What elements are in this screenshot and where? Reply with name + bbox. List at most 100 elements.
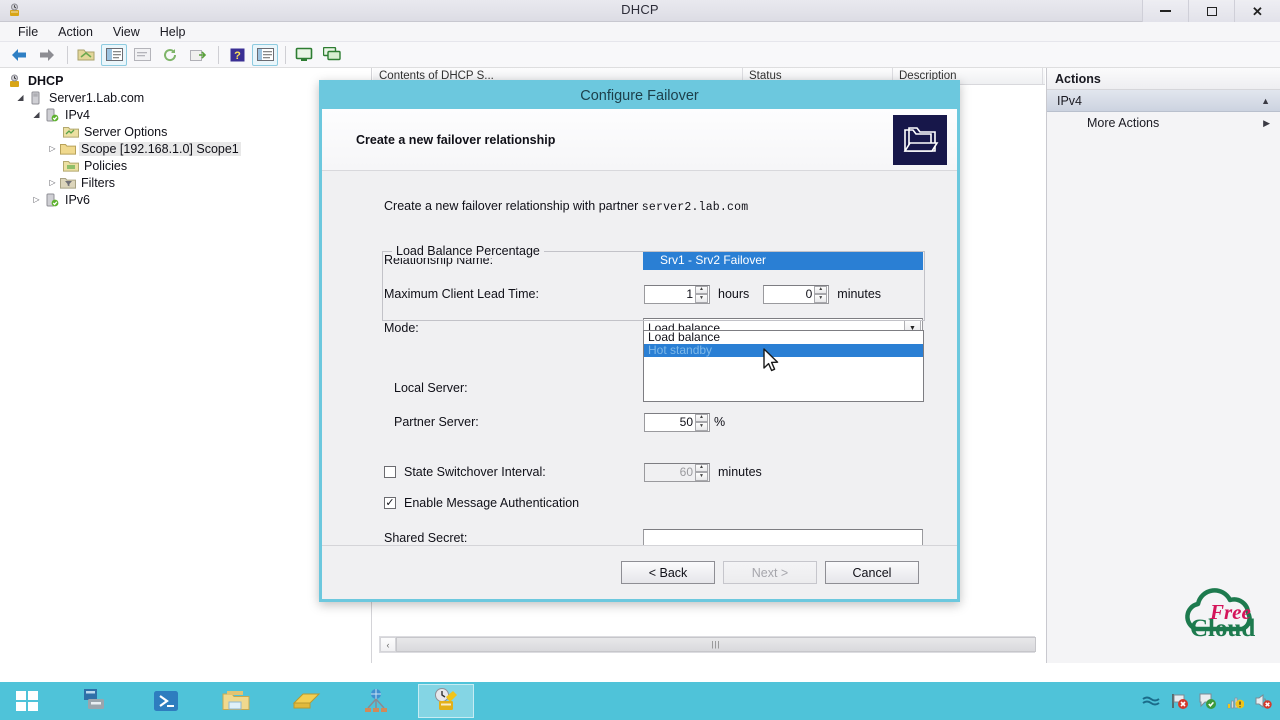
enable-message-auth-checkbox[interactable]: ✓ [384,497,396,509]
actions-pane-title: Actions [1047,68,1280,90]
close-button[interactable]: ✕ [1234,0,1280,22]
taskbar-dhcp[interactable] [418,684,474,718]
taskbar-file-explorer[interactable] [208,684,264,718]
dialog-banner-title: Create a new failover relationship [356,132,556,147]
mode-option-hot-standby[interactable]: Hot standby [644,344,923,357]
partner-server-name: server2.lab.com [641,201,749,214]
tree-node-policies[interactable]: Policies [0,157,371,174]
ipv6-node-icon [43,192,60,207]
taskbar [0,682,1280,720]
expand-twisty-icon[interactable]: ▷ [46,142,59,155]
partner-server-row: Partner Server: 50 ▲ ▼ % [384,412,923,432]
free-cloud-watermark: Cloud Free [1176,583,1272,645]
partner-percent-spin-arrows[interactable]: ▲ ▼ [695,413,708,431]
dialog-banner: Create a new failover relationship [322,109,957,171]
back-button[interactable]: < Back [621,561,715,584]
toolbar-separator-2 [218,45,219,64]
local-server-label: Local Server: [394,381,468,395]
menu-view[interactable]: View [103,24,150,40]
tree-node-server1[interactable]: ◢ Server1.Lab.com [0,89,371,106]
tree-node-dhcp[interactable]: DHCP [0,72,371,89]
tree-node-ipv6[interactable]: ▷ IPv6 [0,191,371,208]
maximize-button[interactable] [1188,0,1234,22]
server-icon [27,90,44,105]
tray-volume-muted-icon[interactable] [1254,692,1272,710]
tray-hidden-icons[interactable] [1142,692,1160,710]
forward-icon[interactable] [34,44,60,66]
toolbar-separator [67,45,68,64]
dhcp-console-window: DHCP ✕ File Action View Help ? DHCP ◢ Se… [0,0,1280,720]
menu-action[interactable]: Action [48,24,103,40]
svg-text:?: ? [234,50,241,62]
back-icon[interactable] [6,44,32,66]
scrollbar-thumb[interactable]: ||| [396,637,1036,652]
tree-node-ipv4[interactable]: ◢ IPv4 [0,106,371,123]
properties-icon[interactable] [129,44,155,66]
enable-message-auth-label: Enable Message Authentication [404,496,580,510]
taskbar-server-manager[interactable] [68,684,124,718]
new-window-from-here-icon[interactable] [319,44,345,66]
dialog-title: Configure Failover [322,83,957,109]
taskbar-notepad[interactable] [278,684,334,718]
partner-server-label: Partner Server: [394,415,479,429]
tree-label: IPv6 [65,192,91,207]
ipv4-node-icon [43,107,60,122]
enable-message-auth-row[interactable]: ✓ Enable Message Authentication [384,496,923,510]
state-switchover-stepper[interactable]: 60 ▲ ▼ [644,462,710,482]
start-button[interactable] [0,682,54,720]
horizontal-scrollbar[interactable]: ‹ ||| › [379,636,1036,653]
shared-secret-label: Shared Secret: [384,531,468,545]
actions-pane: Actions IPv4 ▲ More Actions ▶ [1046,68,1280,663]
menu-help[interactable]: Help [150,24,196,40]
show-hide-console-tree-icon[interactable] [101,43,127,66]
folder-options-icon [62,124,79,139]
toolbar-separator-3 [285,45,286,64]
tray-action-center-icon[interactable] [1198,692,1216,710]
tray-network-icon[interactable] [1226,692,1244,710]
partner-server-percent-stepper[interactable]: 50 ▲ ▼ [644,412,710,432]
dialog-intro-text: Create a new failover relationship with … [384,199,923,214]
switchover-spin-arrows[interactable]: ▲ ▼ [695,463,708,481]
taskbar-powershell[interactable] [138,684,194,718]
title-bar: DHCP ✕ [0,0,1280,22]
collapse-icon[interactable]: ▲ [1261,96,1270,106]
expand-twisty-icon[interactable]: ◢ [14,91,27,104]
scrollbar-track[interactable]: ||| [396,637,1036,652]
expand-twisty-icon[interactable]: ▷ [46,176,59,189]
actions-group-ipv4[interactable]: IPv4 ▲ [1047,90,1280,112]
menu-file[interactable]: File [8,24,48,40]
new-window-icon[interactable] [291,44,317,66]
tree-node-server-options[interactable]: Server Options [0,123,371,140]
dhcp-root-icon [6,73,23,88]
tree-label: Server Options [84,124,168,139]
state-switchover-checkbox[interactable] [384,466,396,478]
chevron-right-icon: ▶ [1263,117,1270,128]
actions-group-label: IPv4 [1057,93,1083,108]
taskbar-network-tool[interactable] [348,684,404,718]
mode-label: Mode: [384,321,419,335]
window-controls: ✕ [1142,0,1280,22]
actions-item-more-actions[interactable]: More Actions ▶ [1047,112,1280,134]
show-action-pane-icon[interactable] [252,43,278,66]
expand-twisty-icon[interactable]: ◢ [30,108,43,121]
state-switchover-value: 60 [679,465,693,479]
refresh-icon[interactable] [157,44,183,66]
next-button: Next > [723,561,817,584]
tree-node-filters[interactable]: ▷ Filters [0,174,371,191]
mode-dropdown-list[interactable]: Load balance Hot standby [643,330,924,402]
policies-folder-icon [62,158,79,173]
expand-twisty-icon[interactable]: ▷ [30,193,43,206]
up-folder-icon[interactable] [73,44,99,66]
state-switchover-row: State Switchover Interval: 60 ▲ ▼ minutes [384,462,923,482]
tray-flag-icon[interactable] [1170,692,1188,710]
cancel-button[interactable]: Cancel [825,561,919,584]
load-balance-percentage-legend: Load Balance Percentage [392,244,544,258]
tree-label: Server1.Lab.com [49,90,145,105]
tree-node-scope[interactable]: ▷ Scope [192.168.1.0] Scope1 [0,140,371,157]
scroll-left-arrow-icon[interactable]: ‹ [380,637,396,652]
console-tree-pane: DHCP ◢ Server1.Lab.com ◢ IPv4 Server Opt… [0,68,372,663]
help-icon[interactable]: ? [224,44,250,66]
watermark-free-text: Free [1209,600,1251,624]
minimize-button[interactable] [1142,0,1188,22]
export-list-icon[interactable] [185,44,211,66]
